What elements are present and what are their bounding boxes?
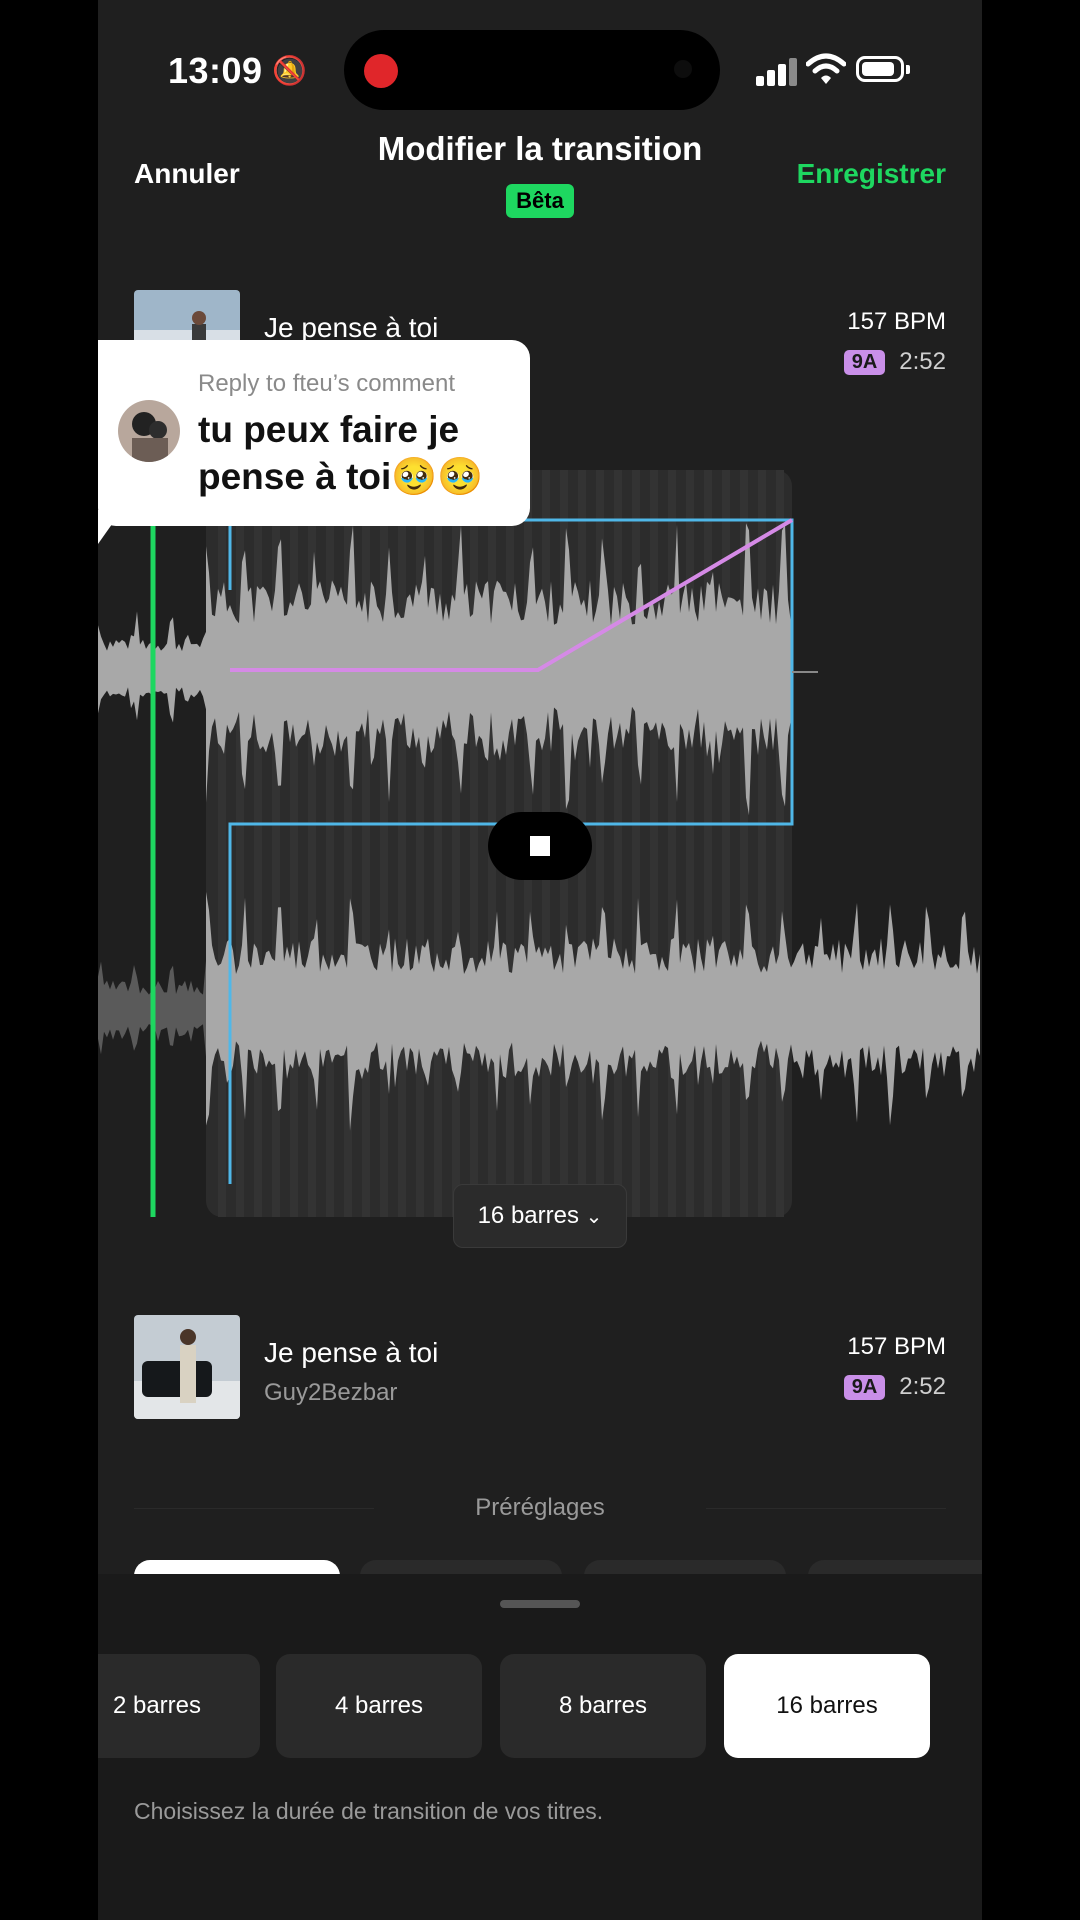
dynamic-island (344, 30, 720, 110)
beat-grid-column (290, 470, 298, 1217)
option-2-barres[interactable]: 2 barres (98, 1654, 260, 1758)
transition-length-dropdown[interactable]: 16 barres ⌄ (453, 1184, 627, 1248)
album-cover (134, 1315, 240, 1419)
track-title: Je pense à toi (264, 1337, 439, 1368)
reply-to-label: Reply to fteu’s comment (198, 370, 456, 397)
status-bar: 13:09 🔕 (98, 0, 982, 130)
track-key-duration: 9A 2:52 (843, 1373, 946, 1401)
key-badge: 9A (843, 1374, 886, 1400)
bottom-sheet: 2 barres 4 barres 8 barres 16 barres Cho… (98, 1574, 982, 1920)
stop-button[interactable] (488, 812, 592, 880)
option-16-barres[interactable]: 16 barres (724, 1654, 930, 1758)
sheet-hint: Choisissez la durée de transition de vos… (134, 1798, 604, 1824)
track-duration: 2:52 (899, 348, 946, 375)
cellular-signal-icon (756, 56, 800, 86)
track-key-duration: 9A 2:52 (843, 348, 946, 376)
beat-grid-column (254, 470, 262, 1217)
key-badge: 9A (843, 349, 886, 375)
avatar (118, 400, 180, 462)
battery-icon (856, 56, 910, 82)
option-label: 16 barres (776, 1692, 878, 1719)
beat-grid-column (722, 470, 730, 1217)
beat-grid-column (362, 470, 370, 1217)
track-row-incoming[interactable]: Je pense à toi Guy2Bezbar 157 BPM 9A 2:5… (134, 1315, 946, 1419)
wifi-icon (806, 53, 846, 84)
beat-grid-column (758, 470, 766, 1217)
save-button[interactable]: Enregistrer (797, 158, 946, 190)
silent-bell-icon: 🔕 (272, 55, 307, 86)
option-label: 4 barres (334, 1692, 424, 1719)
beat-grid-column (434, 470, 442, 1217)
stop-icon (530, 836, 550, 856)
option-label: 8 barres (558, 1692, 648, 1719)
track-bpm: 157 BPM (847, 1333, 946, 1360)
beat-grid-column (470, 470, 478, 1217)
beat-grid-column (614, 470, 622, 1217)
track-artist: Guy2Bezbar (264, 1379, 398, 1406)
transition-length-label: 16 barres (477, 1202, 579, 1229)
sheet-drag-handle[interactable] (500, 1600, 580, 1608)
option-4-barres[interactable]: 4 barres (276, 1654, 482, 1758)
beta-badge: Bêta (506, 184, 574, 218)
track-duration: 2:52 (899, 1373, 946, 1400)
comment-text: tu peux faire je pense à toi🥹🥹 (198, 409, 484, 497)
recording-indicator-icon (364, 54, 398, 88)
camera-icon (674, 60, 692, 78)
bubble-tail (98, 510, 122, 544)
phone-screen: 13:09 🔕 Annuler Modifier la transition B… (98, 0, 982, 1920)
option-label: 2 barres (112, 1692, 202, 1719)
presets-label: Préréglages (475, 1494, 605, 1521)
track-bpm: 157 BPM (847, 308, 946, 335)
beat-grid-column (650, 470, 658, 1217)
option-8-barres[interactable]: 8 barres (500, 1654, 706, 1758)
reply-comment-bubble: Reply to fteu’s comment tu peux faire je… (98, 340, 530, 526)
status-time: 13:09 (168, 50, 263, 91)
beat-grid-column (218, 470, 226, 1217)
chevron-down-icon: ⌄ (585, 1206, 603, 1228)
beat-grid-column (398, 470, 406, 1217)
